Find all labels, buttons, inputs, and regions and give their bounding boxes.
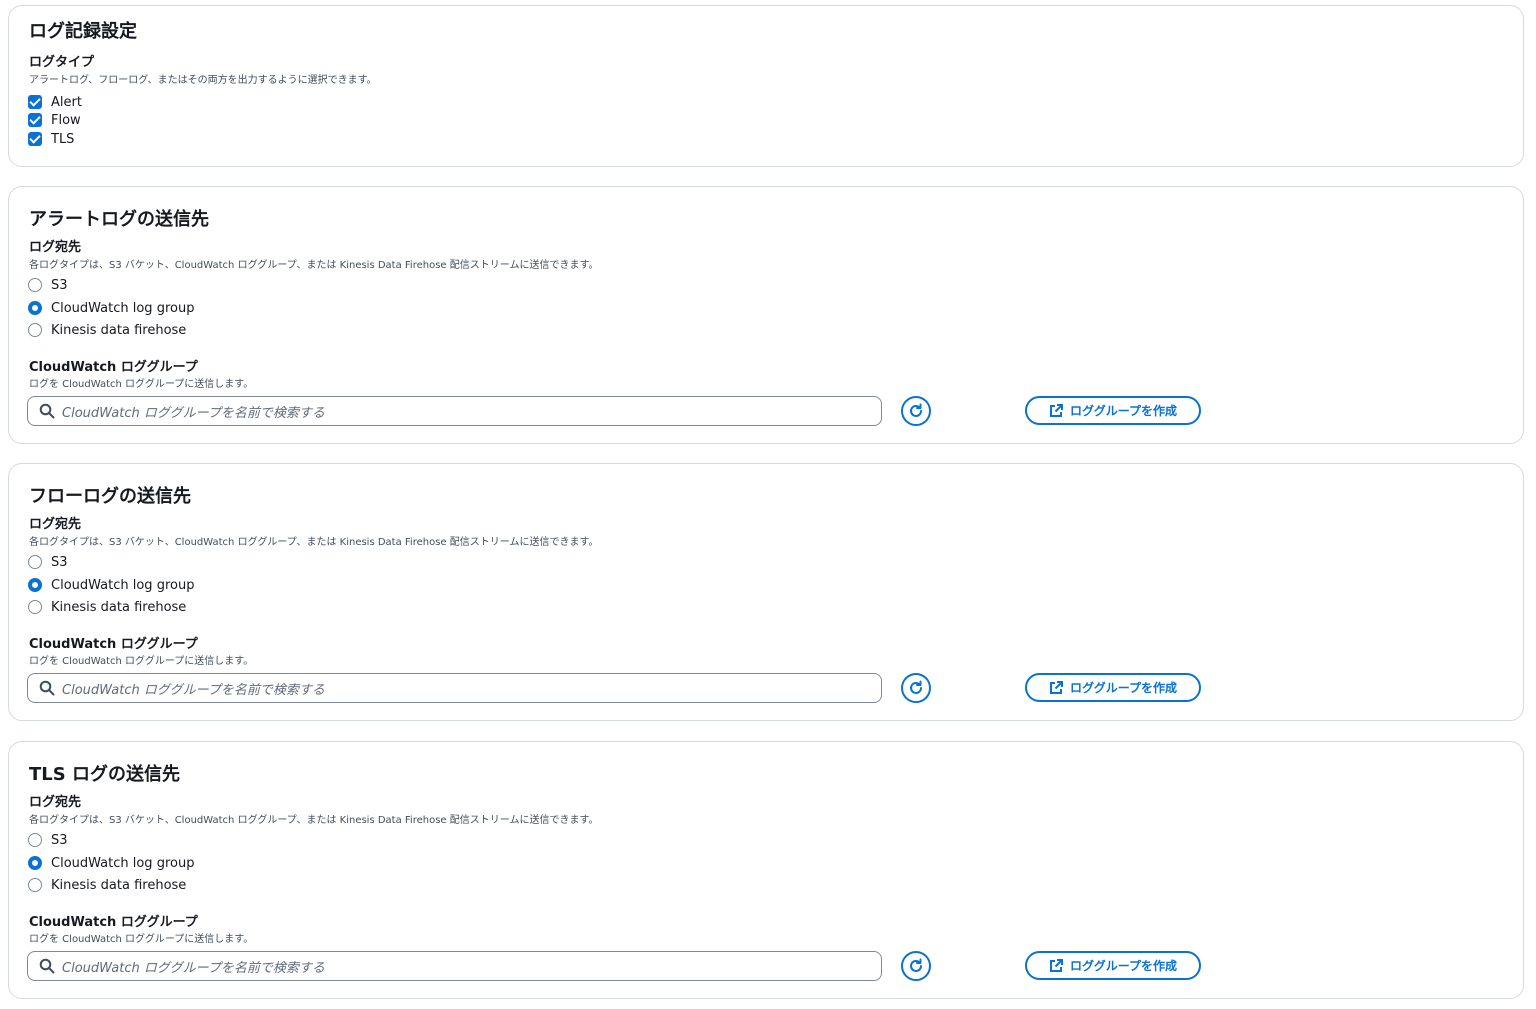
log-type-label: ログタイプ [29, 55, 95, 70]
radio-cloudwatch[interactable]: CloudWatch log group [28, 854, 194, 872]
radio-selected-icon[interactable] [28, 578, 42, 592]
radio-label: S3 [51, 277, 68, 293]
flow-destination-panel: フローログの送信先 ログ宛先 各ログタイプは、S3 バケット、CloudWatc… [8, 463, 1524, 721]
alert-destination-panel: アラートログの送信先 ログ宛先 各ログタイプは、S3 バケット、CloudWat… [8, 186, 1524, 444]
log-group-search-input[interactable]: CloudWatch ロググループを名前で検索する [27, 396, 882, 426]
destination-description: 各ログタイプは、S3 バケット、CloudWatch ロググループ、または Ki… [29, 815, 599, 826]
create-log-group-button[interactable]: ロググループを作成 [1025, 951, 1201, 980]
checkbox-tls[interactable]: TLS [28, 130, 74, 148]
search-placeholder: CloudWatch ロググループを名前で検索する [62, 405, 325, 421]
radio-label: Kinesis data firehose [51, 599, 187, 615]
create-button-label: ロググループを作成 [1069, 681, 1178, 695]
radio-unselected-icon[interactable] [28, 278, 42, 292]
destination-description: 各ログタイプは、S3 バケット、CloudWatch ロググループ、または Ki… [29, 260, 599, 271]
section-title: アラートログの送信先 [29, 209, 209, 230]
create-button-label: ロググループを作成 [1069, 404, 1178, 418]
radio-label: Kinesis data firehose [51, 877, 187, 893]
search-placeholder: CloudWatch ロググループを名前で検索する [62, 960, 325, 976]
external-link-icon [1049, 958, 1063, 972]
radio-selected-icon[interactable] [28, 856, 42, 870]
radio-unselected-icon[interactable] [28, 323, 42, 337]
radio-unselected-icon[interactable] [28, 600, 42, 614]
external-link-icon [1049, 403, 1063, 417]
checkbox-flow[interactable]: Flow [28, 111, 81, 129]
radio-kinesis[interactable]: Kinesis data firehose [28, 321, 186, 339]
log-group-description: ログを CloudWatch ロググループに送信します。 [29, 379, 254, 390]
refresh-icon [910, 958, 922, 972]
destination-label: ログ宛先 [29, 517, 82, 532]
destination-label: ログ宛先 [29, 795, 82, 810]
section-title: TLS ログの送信先 [29, 764, 180, 785]
refresh-button[interactable] [901, 396, 931, 426]
create-log-group-button[interactable]: ロググループを作成 [1025, 673, 1201, 702]
radio-label: CloudWatch log group [51, 577, 195, 593]
radio-unselected-icon[interactable] [28, 555, 42, 569]
section-title: フローログの送信先 [29, 486, 191, 507]
radio-label: CloudWatch log group [51, 855, 195, 871]
destination-description: 各ログタイプは、S3 バケット、CloudWatch ロググループ、または Ki… [29, 537, 599, 548]
log-group-label: CloudWatch ロググループ [29, 915, 198, 930]
checkbox-label: TLS [51, 131, 75, 147]
radio-s3[interactable]: S3 [28, 831, 68, 849]
radio-unselected-icon[interactable] [28, 878, 42, 892]
checkbox-checked-icon[interactable] [28, 113, 42, 127]
refresh-icon [910, 680, 922, 694]
radio-cloudwatch[interactable]: CloudWatch log group [28, 299, 194, 317]
radio-selected-icon[interactable] [28, 301, 42, 315]
search-placeholder: CloudWatch ロググループを名前で検索する [62, 682, 325, 698]
radio-kinesis[interactable]: Kinesis data firehose [28, 876, 186, 894]
tls-destination-panel: TLS ログの送信先 ログ宛先 各ログタイプは、S3 バケット、CloudWat… [8, 741, 1524, 999]
create-button-label: ロググループを作成 [1069, 959, 1178, 973]
checkbox-checked-icon[interactable] [28, 95, 42, 109]
logging-settings-panel: ログ記録設定 ログタイプ アラートログ、フローログ、またはその両方を出力するよう… [8, 5, 1524, 167]
create-log-group-button[interactable]: ロググループを作成 [1025, 396, 1201, 425]
refresh-button[interactable] [901, 673, 931, 703]
destination-label: ログ宛先 [29, 240, 82, 255]
log-group-description: ログを CloudWatch ロググループに送信します。 [29, 934, 254, 945]
log-group-label: CloudWatch ロググループ [29, 360, 198, 375]
checkbox-label: Flow [51, 112, 81, 128]
radio-label: CloudWatch log group [51, 300, 195, 316]
log-type-description: アラートログ、フローログ、またはその両方を出力するように選択できます。 [29, 75, 377, 86]
radio-label: S3 [51, 554, 68, 570]
checkbox-checked-icon[interactable] [28, 132, 42, 146]
radio-s3[interactable]: S3 [28, 276, 68, 294]
checkbox-alert[interactable]: Alert [28, 93, 82, 111]
radio-label: Kinesis data firehose [51, 322, 187, 338]
refresh-icon [910, 403, 922, 417]
log-group-description: ログを CloudWatch ロググループに送信します。 [29, 656, 254, 667]
refresh-button[interactable] [901, 951, 931, 981]
search-icon [39, 680, 55, 696]
radio-label: S3 [51, 832, 68, 848]
radio-cloudwatch[interactable]: CloudWatch log group [28, 576, 194, 594]
radio-kinesis[interactable]: Kinesis data firehose [28, 598, 186, 616]
search-icon [39, 958, 55, 974]
radio-unselected-icon[interactable] [28, 833, 42, 847]
log-group-label: CloudWatch ロググループ [29, 637, 198, 652]
page-title: ログ記録設定 [29, 21, 137, 42]
radio-s3[interactable]: S3 [28, 553, 68, 571]
checkbox-label: Alert [51, 94, 82, 110]
external-link-icon [1049, 680, 1063, 694]
search-icon [39, 403, 55, 419]
log-group-search-input[interactable]: CloudWatch ロググループを名前で検索する [27, 951, 882, 981]
log-group-search-input[interactable]: CloudWatch ロググループを名前で検索する [27, 673, 882, 703]
